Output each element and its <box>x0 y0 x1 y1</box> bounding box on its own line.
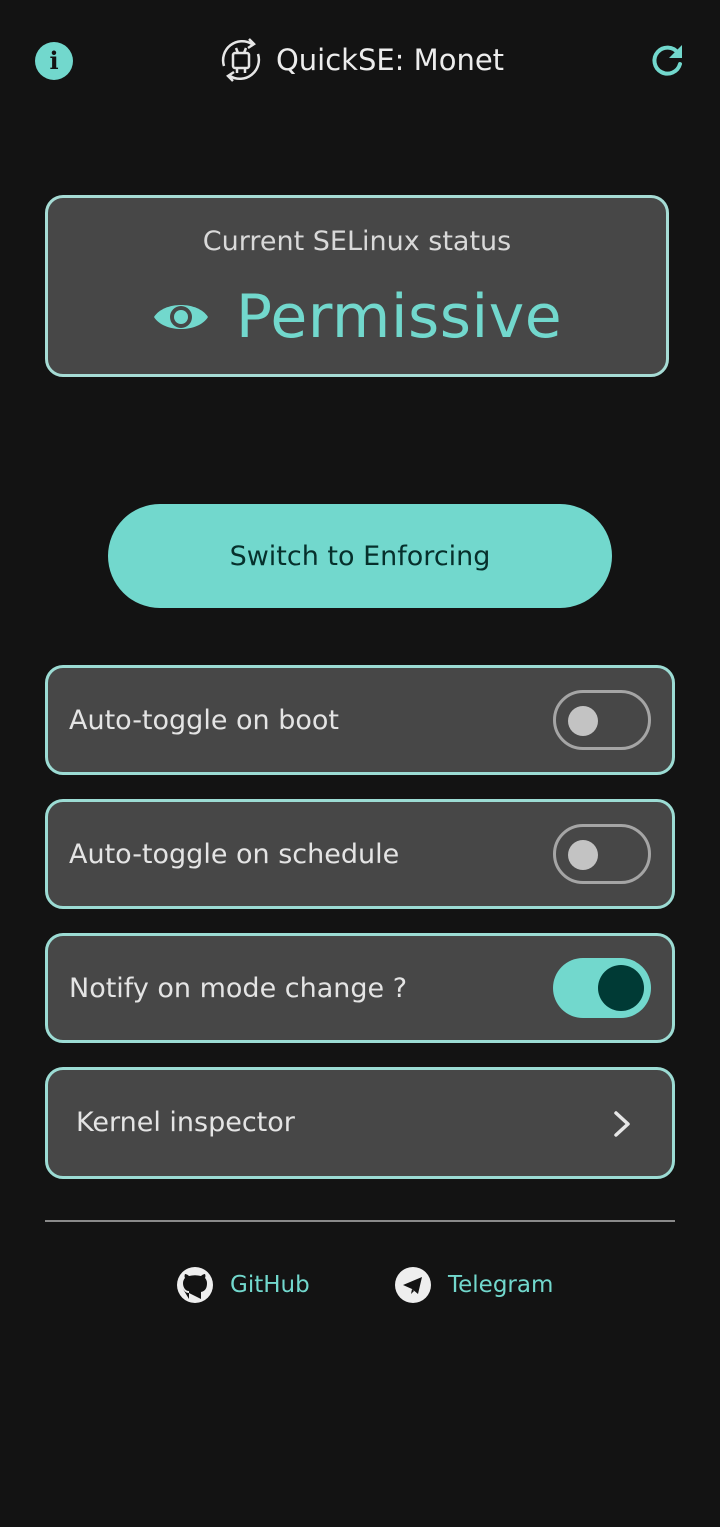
app-logo-icon <box>221 38 261 82</box>
switch-mode-button[interactable]: Switch to Enforcing <box>108 504 612 608</box>
selinux-status-card: Current SELinux status Permissive <box>45 195 669 377</box>
status-label: Current SELinux status <box>202 226 512 257</box>
refresh-icon[interactable] <box>648 42 686 80</box>
auto-toggle-boot-switch[interactable] <box>553 690 651 750</box>
kernel-inspector-label: Kernel inspector <box>76 1106 295 1138</box>
footer-divider <box>45 1220 675 1222</box>
switch-knob <box>568 706 598 736</box>
notify-mode-change-option[interactable]: Notify on mode change ? <box>45 933 675 1043</box>
kernel-inspector-item[interactable]: Kernel inspector <box>45 1067 675 1179</box>
auto-toggle-schedule-option[interactable]: Auto-toggle on schedule <box>45 799 675 909</box>
github-link[interactable]: GitHub <box>176 1265 310 1305</box>
telegram-label: Telegram <box>448 1272 554 1298</box>
auto-toggle-boot-option[interactable]: Auto-toggle on boot <box>45 665 675 775</box>
chevron-right-icon <box>614 1111 630 1137</box>
notify-mode-change-switch[interactable] <box>553 958 651 1018</box>
telegram-link[interactable]: Telegram <box>394 1265 553 1305</box>
eye-icon <box>153 305 208 329</box>
top-bar: i QuickSE: Monet <box>0 0 720 120</box>
option-label: Auto-toggle on boot <box>69 704 339 736</box>
option-label: Notify on mode change ? <box>69 972 408 1004</box>
auto-toggle-schedule-switch[interactable] <box>553 824 651 884</box>
app-title: QuickSE: Monet <box>275 43 505 77</box>
option-label: Auto-toggle on schedule <box>69 838 400 870</box>
app-screen: i QuickSE: Monet Current SELinux status <box>0 0 720 1527</box>
app-header: QuickSE: Monet <box>0 36 720 84</box>
switch-knob <box>568 840 598 870</box>
github-icon <box>177 1267 213 1303</box>
telegram-icon <box>395 1267 431 1303</box>
github-label: GitHub <box>230 1272 310 1298</box>
status-value: Permissive <box>235 282 563 352</box>
switch-knob <box>598 965 644 1011</box>
status-row: Permissive <box>48 282 666 352</box>
